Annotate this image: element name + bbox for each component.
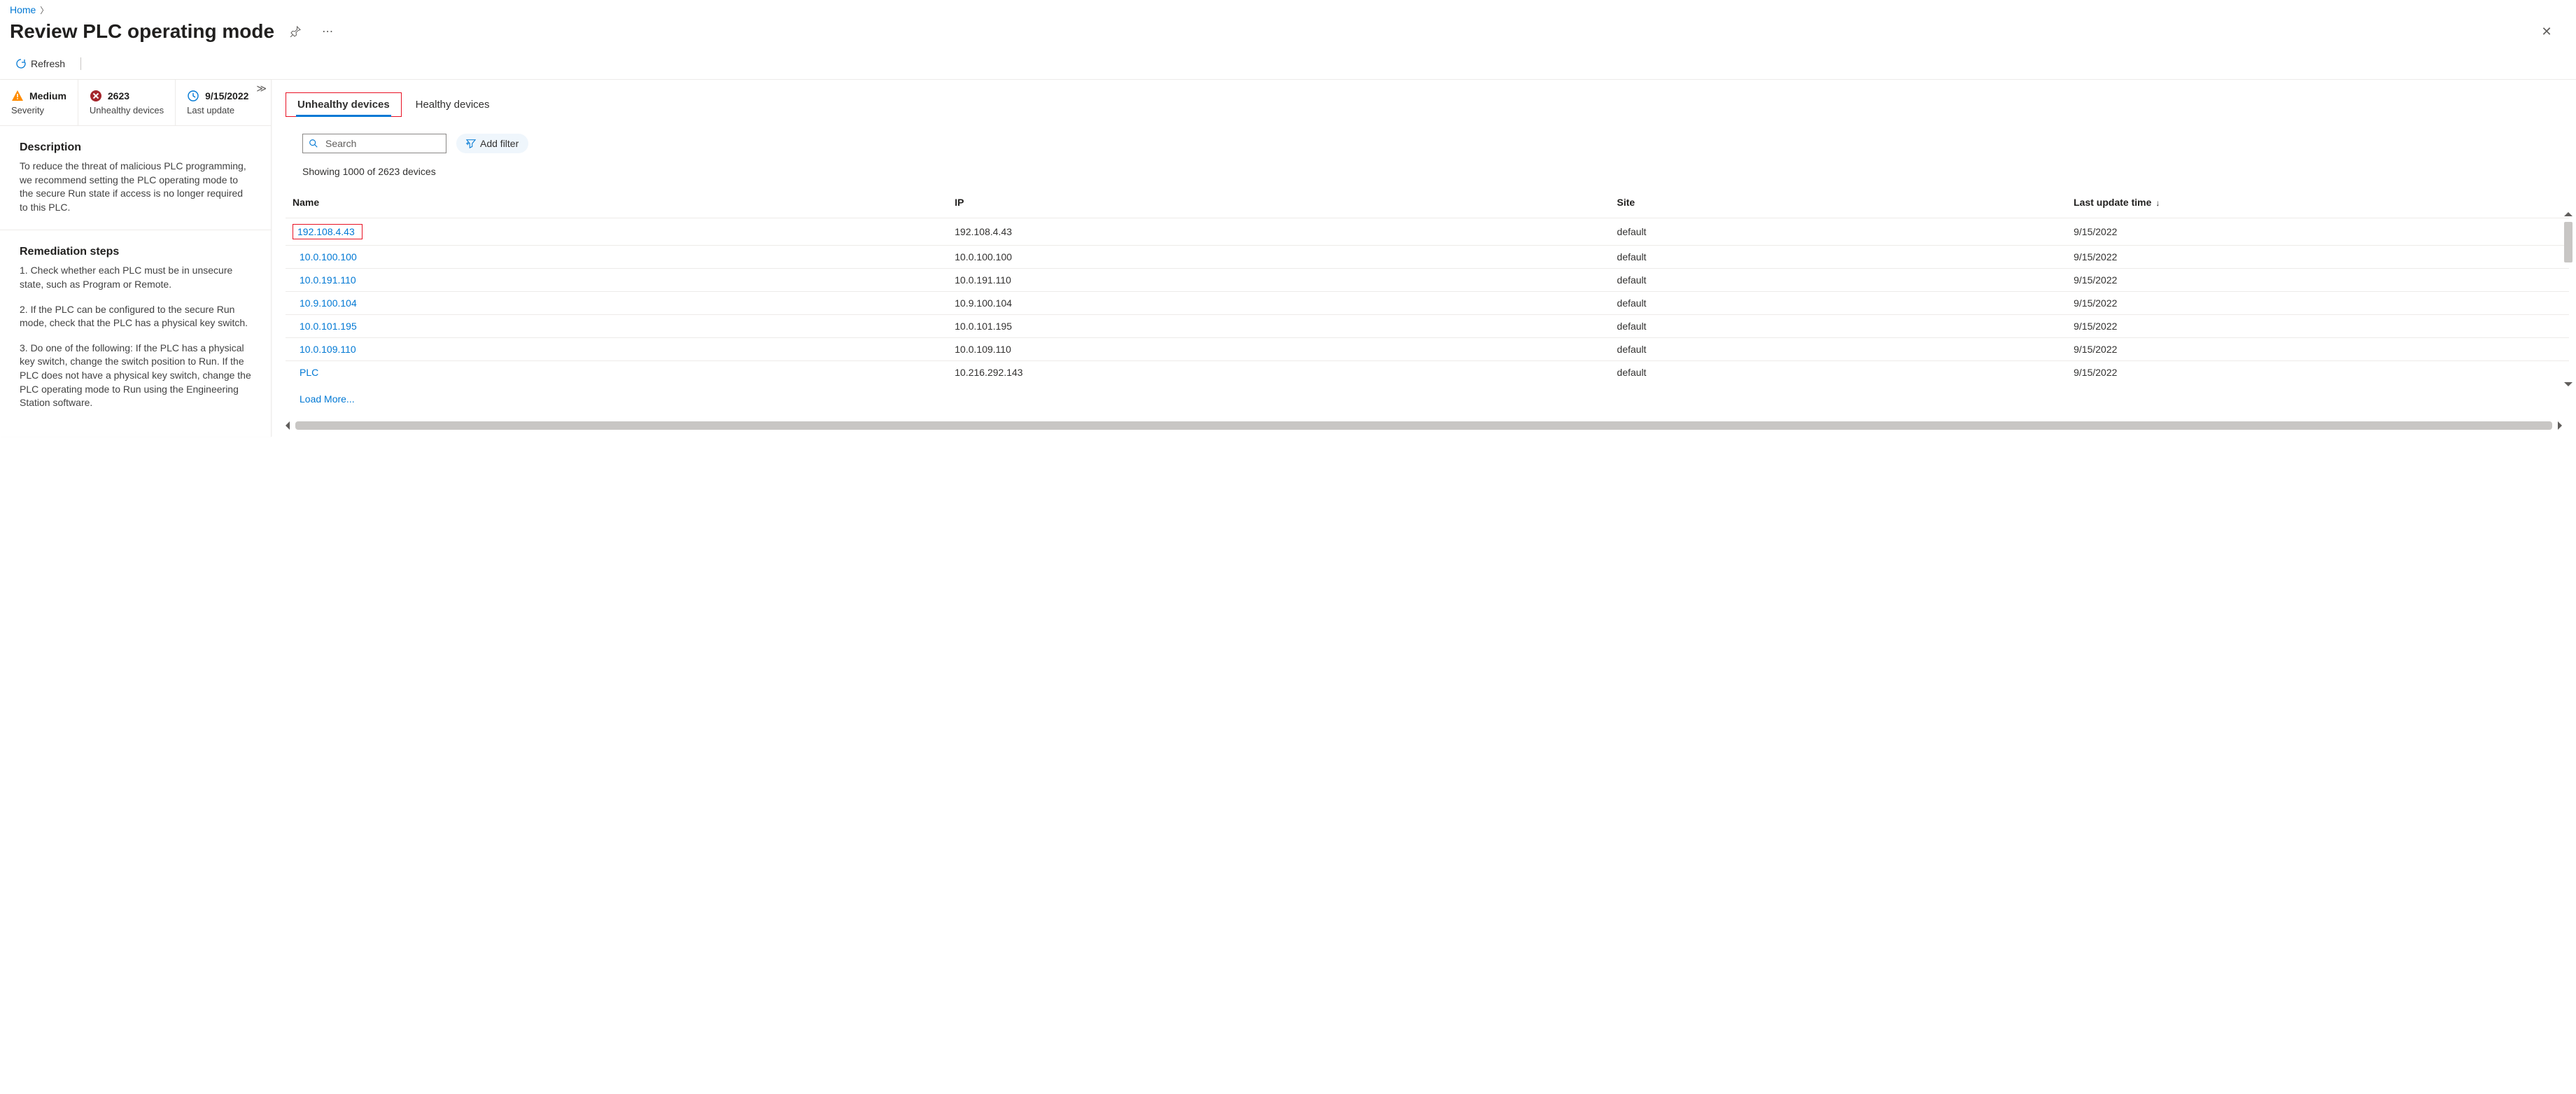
- pin-icon: [290, 26, 301, 37]
- col-header-name[interactable]: Name: [286, 184, 948, 218]
- scroll-thumb[interactable]: [2564, 222, 2573, 262]
- table-row[interactable]: 10.9.100.10410.9.100.104default9/15/2022: [286, 292, 2569, 315]
- filter-icon: [466, 139, 476, 148]
- col-header-site[interactable]: Site: [1610, 184, 2067, 218]
- ellipsis-icon: ⋯: [322, 24, 333, 38]
- device-site: default: [1610, 338, 2067, 361]
- table-row[interactable]: 10.0.109.11010.0.109.110default9/15/2022: [286, 338, 2569, 361]
- refresh-label: Refresh: [31, 58, 65, 69]
- table-row[interactable]: 10.0.101.19510.0.101.195default9/15/2022: [286, 315, 2569, 338]
- device-ip: 10.9.100.104: [948, 292, 1610, 315]
- remediation-step-1: 1. Check whether each PLC must be in uns…: [20, 264, 251, 291]
- description-section: Description To reduce the threat of mali…: [0, 126, 271, 230]
- toolbar-separator: [80, 57, 81, 70]
- tab-healthy-devices[interactable]: Healthy devices: [414, 93, 491, 116]
- col-header-time[interactable]: Last update time↓: [2067, 184, 2569, 218]
- metric-updated: 9/15/2022 Last update: [176, 80, 260, 125]
- remediation-section: Remediation steps 1. Check whether each …: [0, 230, 271, 436]
- device-name-link[interactable]: 192.108.4.43: [297, 226, 355, 237]
- search-icon: [309, 139, 318, 148]
- error-icon: [90, 90, 102, 102]
- table-row[interactable]: 192.108.4.43192.108.4.43default9/15/2022: [286, 218, 2569, 246]
- description-body: To reduce the threat of malicious PLC pr…: [20, 160, 251, 214]
- warning-icon: [11, 90, 24, 102]
- tab-unhealthy-devices[interactable]: Unhealthy devices: [296, 93, 391, 116]
- description-heading: Description: [20, 141, 251, 154]
- refresh-icon: [15, 58, 27, 69]
- device-name-link[interactable]: 10.0.101.195: [300, 321, 357, 332]
- search-input-wrap[interactable]: [302, 134, 446, 153]
- scroll-down-arrow-icon: [2564, 382, 2573, 386]
- device-name-link[interactable]: 10.0.109.110: [300, 344, 356, 355]
- scroll-right-arrow-icon: [2558, 421, 2562, 430]
- pin-button[interactable]: [284, 20, 307, 43]
- remediation-heading: Remediation steps: [20, 246, 251, 258]
- device-site: default: [1610, 292, 2067, 315]
- refresh-button[interactable]: Refresh: [10, 55, 71, 72]
- device-time: 9/15/2022: [2067, 361, 2569, 384]
- metrics-row: ≫ Medium Severity: [0, 80, 271, 126]
- device-ip: 192.108.4.43: [948, 218, 1610, 246]
- chevron-right-icon: 〉: [40, 6, 48, 15]
- device-site: default: [1610, 361, 2067, 384]
- device-time: 9/15/2022: [2067, 218, 2569, 246]
- chevron-double-right-icon: ≫: [256, 83, 267, 94]
- device-site: default: [1610, 218, 2067, 246]
- device-ip: 10.0.191.110: [948, 269, 1610, 292]
- table-row[interactable]: 10.0.191.11010.0.191.110default9/15/2022: [286, 269, 2569, 292]
- metric-updated-value: 9/15/2022: [205, 90, 248, 101]
- device-time: 9/15/2022: [2067, 269, 2569, 292]
- metric-updated-label: Last update: [187, 105, 248, 115]
- device-ip: 10.0.109.110: [948, 338, 1610, 361]
- table-row[interactable]: PLC 10.216.292.143default9/15/2022: [286, 361, 2569, 384]
- col-header-ip[interactable]: IP: [948, 184, 1610, 218]
- metric-unhealthy-label: Unhealthy devices: [90, 105, 164, 115]
- metric-unhealthy-value: 2623: [108, 90, 129, 101]
- metric-severity-value: Medium: [29, 90, 66, 101]
- close-icon: ✕: [2541, 24, 2552, 39]
- close-button[interactable]: ✕: [2534, 19, 2559, 44]
- device-name-link[interactable]: PLC: [300, 367, 318, 378]
- add-filter-button[interactable]: Add filter: [456, 134, 528, 153]
- device-site: default: [1610, 315, 2067, 338]
- breadcrumb: Home 〉: [0, 0, 2576, 16]
- scroll-up-arrow-icon: [2564, 212, 2573, 216]
- devices-table: Name IP Site Last update time↓ 192.108.4…: [286, 184, 2569, 384]
- metric-unhealthy: 2623 Unhealthy devices: [78, 80, 176, 125]
- breadcrumb-home-link[interactable]: Home: [10, 4, 36, 15]
- device-time: 9/15/2022: [2067, 246, 2569, 269]
- device-site: default: [1610, 246, 2067, 269]
- remediation-step-2: 2. If the PLC can be configured to the s…: [20, 303, 251, 330]
- device-time: 9/15/2022: [2067, 338, 2569, 361]
- add-filter-label: Add filter: [480, 138, 519, 149]
- load-more-link[interactable]: Load More...: [300, 393, 355, 405]
- device-ip: 10.0.101.195: [948, 315, 1610, 338]
- search-input[interactable]: [324, 137, 453, 150]
- sort-desc-icon: ↓: [2155, 198, 2160, 208]
- device-ip: 10.216.292.143: [948, 361, 1610, 384]
- remediation-step-3: 3. Do one of the following: If the PLC h…: [20, 342, 251, 410]
- clock-icon: [187, 90, 199, 102]
- h-scroll-thumb[interactable]: [295, 421, 2552, 430]
- result-count: Showing 1000 of 2623 devices: [272, 153, 2576, 177]
- device-site: default: [1610, 269, 2067, 292]
- metric-severity: Medium Severity: [0, 80, 78, 125]
- device-ip: 10.0.100.100: [948, 246, 1610, 269]
- device-time: 9/15/2022: [2067, 315, 2569, 338]
- table-row[interactable]: 10.0.100.10010.0.100.100default9/15/2022: [286, 246, 2569, 269]
- vertical-scrollbar[interactable]: [2563, 212, 2573, 386]
- horizontal-scrollbar[interactable]: [286, 421, 2562, 430]
- device-name-link[interactable]: 10.0.191.110: [300, 274, 356, 286]
- metrics-overflow-button[interactable]: ≫: [256, 83, 267, 94]
- device-name-link[interactable]: 10.9.100.104: [300, 297, 357, 309]
- page-title: Review PLC operating mode: [10, 20, 274, 43]
- device-time: 9/15/2022: [2067, 292, 2569, 315]
- metric-severity-label: Severity: [11, 105, 66, 115]
- scroll-left-arrow-icon: [286, 421, 290, 430]
- device-name-link[interactable]: 10.0.100.100: [300, 251, 357, 262]
- more-actions-button[interactable]: ⋯: [316, 20, 339, 43]
